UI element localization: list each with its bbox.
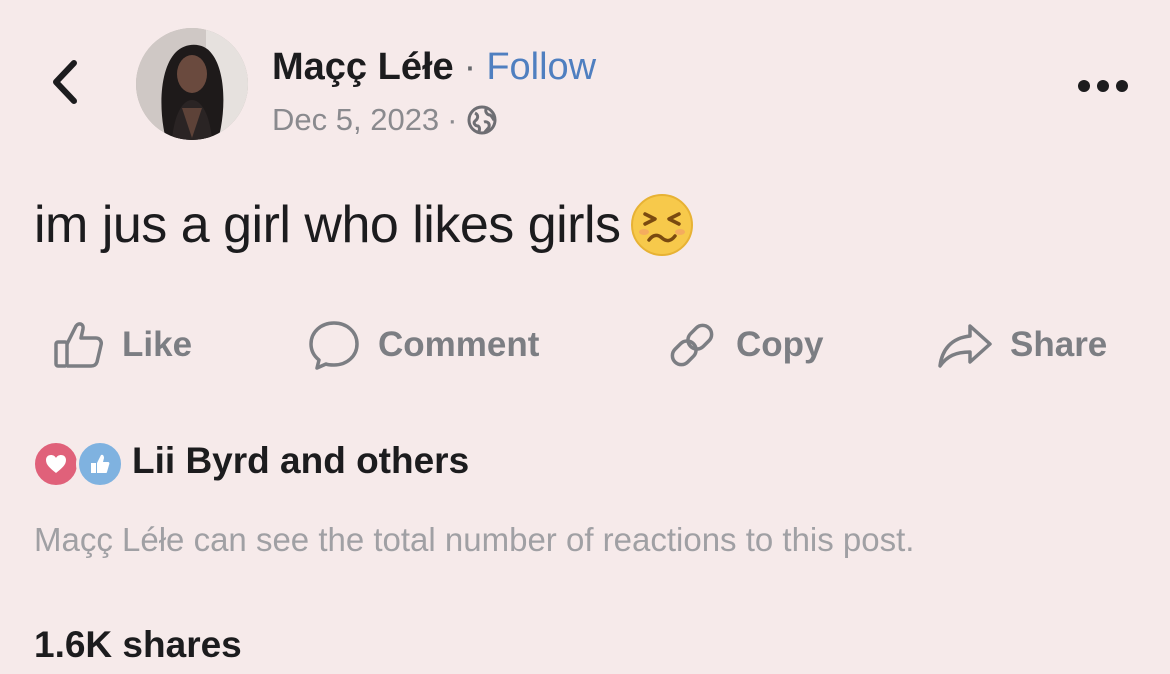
heart-reaction-icon — [32, 440, 80, 488]
avatar[interactable] — [136, 28, 248, 140]
thumbs-up-icon — [54, 322, 103, 368]
author-name[interactable]: Maçç Léłe — [272, 46, 454, 89]
reaction-icons — [32, 438, 130, 488]
comment-button[interactable]: Comment — [306, 312, 539, 378]
shares-count[interactable]: 1.6K shares — [34, 624, 242, 674]
copy-label: Copy — [736, 325, 824, 364]
post-meta: Dec 5, 2023 · — [272, 98, 498, 142]
chevron-left-icon — [53, 60, 77, 104]
back-button[interactable] — [40, 52, 90, 112]
separator-dot: · — [447, 102, 458, 137]
link-icon — [670, 323, 714, 367]
post-text: im jus a girl who likes girls — [34, 196, 621, 254]
reactions-privacy-note: Maçç Léłe can see the total number of re… — [34, 521, 915, 558]
like-button[interactable]: Like — [52, 312, 192, 378]
reactions-summary-text: Lii Byrd and others — [132, 440, 470, 481]
more-options-button[interactable] — [1072, 66, 1134, 106]
follow-button[interactable]: Follow — [486, 46, 596, 89]
share-arrow-icon — [938, 324, 992, 368]
like-label: Like — [122, 325, 193, 364]
profile-photo — [136, 28, 248, 140]
post-body: im jus a girl who likes girls — [34, 190, 695, 260]
comment-bubble-icon — [309, 321, 359, 370]
share-label: Share — [1010, 325, 1108, 364]
comment-label: Comment — [378, 325, 540, 364]
persevering-face-emoji — [629, 192, 695, 258]
post-date[interactable]: Dec 5, 2023 — [272, 102, 439, 138]
globe-icon — [467, 105, 496, 135]
more-dots-icon — [1078, 80, 1128, 92]
author-line: Maçç Léłe · Follow — [272, 42, 596, 92]
copy-link-button[interactable]: Copy — [664, 312, 824, 378]
like-reaction-icon — [76, 440, 124, 488]
share-button[interactable]: Share — [936, 312, 1107, 378]
reactions-summary[interactable]: Lii Byrd and others — [32, 436, 470, 488]
separator-dot: · — [463, 45, 477, 88]
